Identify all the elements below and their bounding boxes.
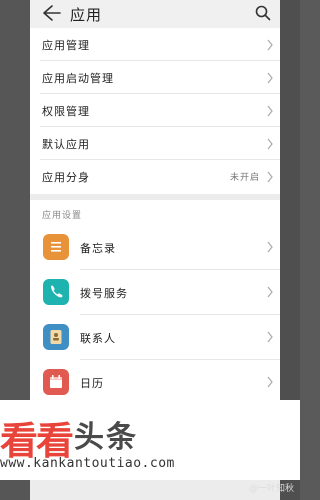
app-item-dialer[interactable]: 拨号服务 [30, 270, 280, 315]
watermark-brand-right: 头条 [74, 420, 138, 455]
chevron-right-icon [267, 138, 273, 150]
chevron-right-icon [267, 105, 273, 117]
chevron-right-icon [267, 171, 273, 183]
back-arrow-icon[interactable] [40, 2, 62, 24]
app-twin-status: 未开启 [229, 173, 260, 183]
chevron-right-icon [267, 72, 273, 84]
chevron-right-icon [267, 331, 273, 343]
settings-item-label: 权限管理 [42, 105, 90, 118]
app-item-contacts[interactable]: 联系人 [30, 315, 280, 360]
app-item-notes[interactable]: 备忘录 [30, 225, 280, 270]
calendar-icon [43, 369, 69, 395]
corner-watermark: @一叶知秋 [248, 484, 294, 494]
settings-item-label: 应用启动管理 [42, 72, 114, 85]
app-item-calendar[interactable]: 日历 [30, 360, 280, 405]
settings-item-label: 应用分身 [42, 171, 90, 184]
page-title: 应用 [70, 6, 103, 24]
app-item-label: 备忘录 [80, 242, 116, 255]
app-item-label: 联系人 [80, 332, 116, 345]
app-item-label: 拨号服务 [80, 287, 128, 300]
contacts-icon [43, 324, 69, 350]
app-settings-card: 应用设置 备忘录 拨号服务 联系人 日历 [30, 200, 280, 410]
watermark-url: www.kankantoutiao.com [0, 456, 175, 471]
settings-card: 应用管理 应用启动管理 权限管理 默认应用 应用分身 未开启 [30, 28, 280, 194]
chevron-right-icon [267, 286, 273, 298]
settings-item-label: 应用管理 [42, 39, 90, 52]
settings-item-default-apps[interactable]: 默认应用 [40, 127, 280, 160]
app-item-label: 日历 [80, 377, 104, 390]
watermark-banner: 看看 头条 www.kankantoutiao.com [0, 400, 300, 480]
settings-item-app-management[interactable]: 应用管理 [40, 28, 280, 61]
chevron-right-icon [267, 39, 273, 51]
notes-icon [43, 234, 69, 260]
chevron-right-icon [267, 376, 273, 388]
top-bar: 应用 [30, 0, 280, 28]
settings-item-label: 默认应用 [42, 138, 90, 151]
settings-item-app-twin[interactable]: 应用分身 未开启 [40, 160, 280, 193]
phone-icon [43, 279, 69, 305]
settings-item-permissions[interactable]: 权限管理 [40, 94, 280, 127]
section-title: 应用设置 [42, 211, 83, 221]
search-icon[interactable] [254, 4, 272, 22]
chevron-right-icon [267, 241, 273, 253]
settings-item-startup-management[interactable]: 应用启动管理 [40, 61, 280, 94]
